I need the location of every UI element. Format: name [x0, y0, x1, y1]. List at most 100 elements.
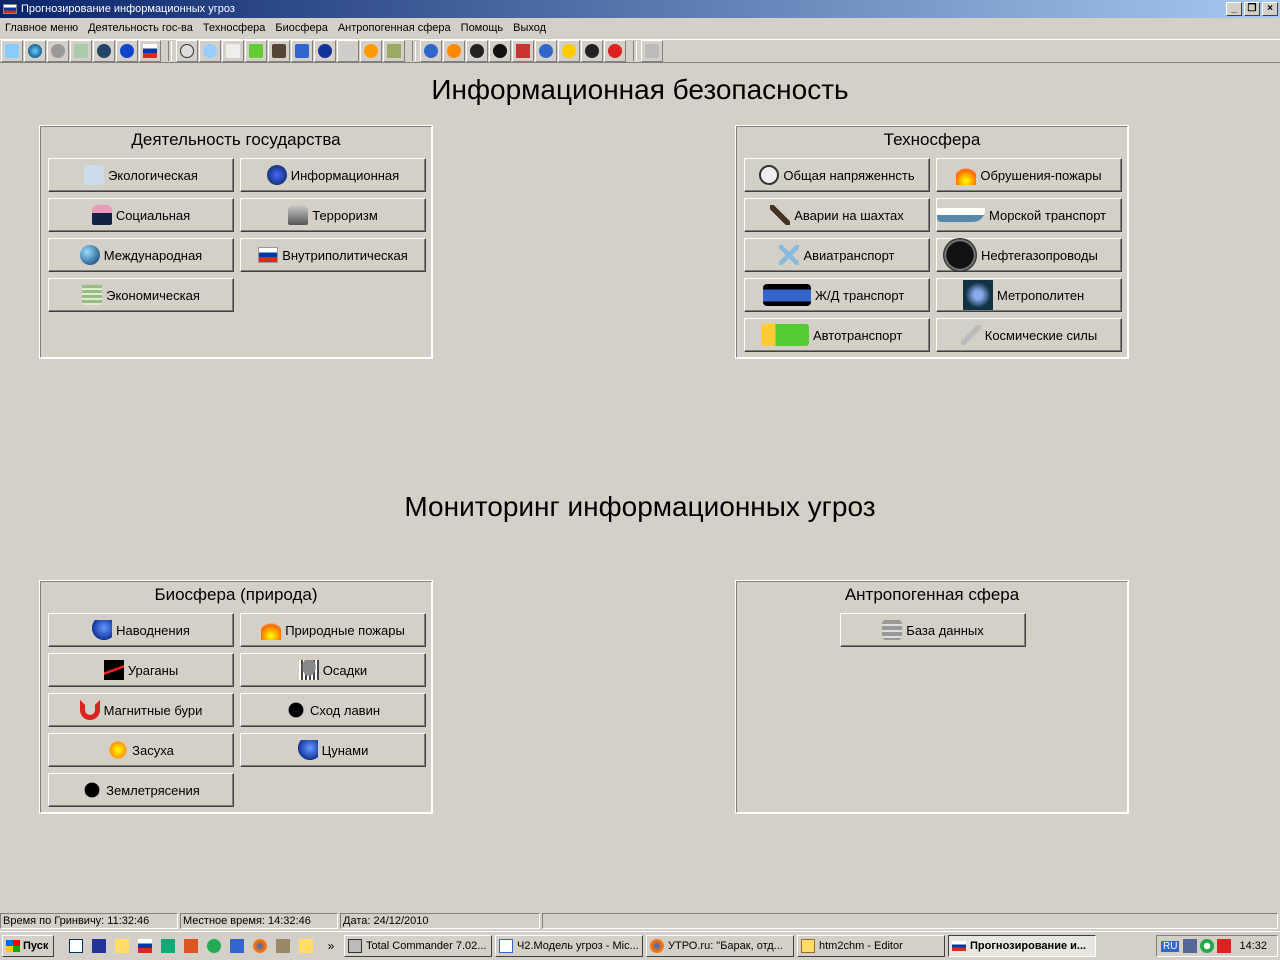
- btn-hurricanes[interactable]: Ураганы: [48, 653, 234, 687]
- tb-pickaxe-icon[interactable]: [268, 40, 290, 62]
- ql-desktop-icon[interactable]: [66, 936, 86, 956]
- tb-earthquake-icon[interactable]: [581, 40, 603, 62]
- russia-flag-icon: [258, 247, 279, 263]
- task-htm2chm[interactable]: htm2chm - Editor: [797, 935, 945, 957]
- tb-truck-icon[interactable]: [245, 40, 267, 62]
- menu-gov[interactable]: Деятельность гос-ва: [83, 22, 198, 34]
- btn-drought[interactable]: Засуха: [48, 733, 234, 767]
- toolbar-separator: [629, 41, 639, 61]
- person-icon: [91, 205, 112, 225]
- panel-tech-title: Техносфера: [883, 130, 981, 149]
- btn-metro[interactable]: Метрополитен: [936, 278, 1122, 312]
- menu-help[interactable]: Помощь: [456, 22, 509, 34]
- btn-domestic-policy[interactable]: Внутриполитическая: [240, 238, 426, 272]
- tb-terror-icon[interactable]: [47, 40, 69, 62]
- taskbar: Пуск » Total Commander 7.02... Ч2.Модель…: [0, 931, 1280, 960]
- btn-space-forces[interactable]: Космические силы: [936, 318, 1122, 352]
- btn-pipelines[interactable]: Нефтегазопроводы: [936, 238, 1122, 272]
- toolbar-separator: [164, 41, 174, 61]
- tb-fire-icon[interactable]: [360, 40, 382, 62]
- language-indicator[interactable]: RU: [1161, 940, 1180, 952]
- btn-mine-accidents[interactable]: Аварии на шахтах: [744, 198, 930, 232]
- tb-sun-icon[interactable]: [558, 40, 580, 62]
- ql-firefox-icon[interactable]: [250, 936, 270, 956]
- close-button[interactable]: ×: [1262, 2, 1278, 16]
- ql-archive-icon[interactable]: [273, 936, 293, 956]
- btn-floods[interactable]: Наводнения: [48, 613, 234, 647]
- tb-database-icon[interactable]: [641, 40, 663, 62]
- menu-tech[interactable]: Техносфера: [198, 22, 271, 34]
- antivirus-icon[interactable]: [1200, 939, 1215, 953]
- tb-metro-icon[interactable]: [314, 40, 336, 62]
- ql-folder-icon[interactable]: [296, 936, 316, 956]
- btn-database[interactable]: База данных: [840, 613, 1026, 647]
- ql-ie-icon[interactable]: [204, 936, 224, 956]
- tb-recycle-icon[interactable]: [1, 40, 23, 62]
- tb-magnet-icon[interactable]: [604, 40, 626, 62]
- tb-globe-icon[interactable]: [24, 40, 46, 62]
- toolbar-separator: [408, 41, 418, 61]
- minimize-button[interactable]: _: [1226, 2, 1242, 16]
- btn-magnetic-storms[interactable]: Магнитные бури: [48, 693, 234, 727]
- btn-tsunami[interactable]: Цунами: [240, 733, 426, 767]
- btn-economic[interactable]: Экономическая: [48, 278, 234, 312]
- ql-chevron-icon[interactable]: »: [324, 936, 338, 956]
- btn-general-tension[interactable]: Общая напряженнсть: [744, 158, 930, 192]
- btn-social[interactable]: Социальная: [48, 198, 234, 232]
- task-firefox[interactable]: УТРО.ru: "Барак, отд...: [646, 935, 794, 957]
- btn-collapse-fire[interactable]: Обрушения-пожары: [936, 158, 1122, 192]
- tb-pipeline-icon[interactable]: [383, 40, 405, 62]
- menu-exit[interactable]: Выход: [508, 22, 551, 34]
- tb-person-icon[interactable]: [93, 40, 115, 62]
- task-word-doc[interactable]: Ч2.Модель угроз - Mic...: [495, 935, 643, 957]
- menu-bio[interactable]: Биосфера: [270, 22, 332, 34]
- btn-avalanches[interactable]: Сход лавин: [240, 693, 426, 727]
- tb-flood-icon[interactable]: [420, 40, 442, 62]
- ql-excel-icon[interactable]: [158, 936, 178, 956]
- restore-button[interactable]: ❐: [1244, 2, 1260, 16]
- wave-icon: [297, 740, 318, 760]
- tb-economy-icon[interactable]: [70, 40, 92, 62]
- ql-word-icon[interactable]: [227, 936, 247, 956]
- start-button[interactable]: Пуск: [2, 935, 54, 957]
- btn-terrorism[interactable]: Терроризм: [240, 198, 426, 232]
- btn-earthquakes[interactable]: Землетрясения: [48, 773, 234, 807]
- tb-storm-icon[interactable]: [512, 40, 534, 62]
- tb-avalanche-icon[interactable]: [489, 40, 511, 62]
- tb-train-icon[interactable]: [291, 40, 313, 62]
- btn-ecology[interactable]: Экологическая: [48, 158, 234, 192]
- btn-information[interactable]: Информационная: [240, 158, 426, 192]
- tb-rocket-icon[interactable]: [337, 40, 359, 62]
- btn-rail-transport[interactable]: Ж/Д транспорт: [744, 278, 930, 312]
- menu-anthro[interactable]: Антропогенная сфера: [333, 22, 456, 34]
- ql-edit-icon[interactable]: [112, 936, 132, 956]
- gauge-icon: [759, 165, 780, 185]
- tb-flag-icon[interactable]: [139, 40, 161, 62]
- tb-plane-icon[interactable]: [199, 40, 221, 62]
- shield-icon[interactable]: [1217, 939, 1232, 953]
- panel-anthro-title: Антропогенная сфера: [844, 585, 1020, 604]
- task-total-commander[interactable]: Total Commander 7.02...: [344, 935, 492, 957]
- tb-info-icon[interactable]: [116, 40, 138, 62]
- menu-main[interactable]: Главное меню: [0, 22, 83, 34]
- btn-air-transport[interactable]: Авиатранспорт: [744, 238, 930, 272]
- btn-road-transport[interactable]: Автотранспорт: [744, 318, 930, 352]
- ship-icon: [937, 208, 985, 222]
- tb-hurricane-icon[interactable]: [466, 40, 488, 62]
- ql-powerpoint-icon[interactable]: [181, 936, 201, 956]
- task-forecast-app[interactable]: Прогнозирование и...: [948, 935, 1096, 957]
- btn-precipitation[interactable]: Осадки: [240, 653, 426, 687]
- avalanche-icon: [285, 700, 306, 720]
- btn-sea-transport[interactable]: Морской транспорт: [936, 198, 1122, 232]
- tb-gauge-icon[interactable]: [176, 40, 198, 62]
- tb-wildfire-icon[interactable]: [443, 40, 465, 62]
- panel-bio-title: Биосфера (природа): [154, 585, 318, 604]
- tb-tsunami-icon[interactable]: [535, 40, 557, 62]
- tb-ship-icon[interactable]: [222, 40, 244, 62]
- btn-international[interactable]: Международная: [48, 238, 234, 272]
- network-icon[interactable]: [1183, 939, 1198, 953]
- btn-wildfires[interactable]: Природные пожары: [240, 613, 426, 647]
- ql-flag-icon[interactable]: [135, 936, 155, 956]
- terrorist-icon: [288, 205, 309, 225]
- ql-save-icon[interactable]: [89, 936, 109, 956]
